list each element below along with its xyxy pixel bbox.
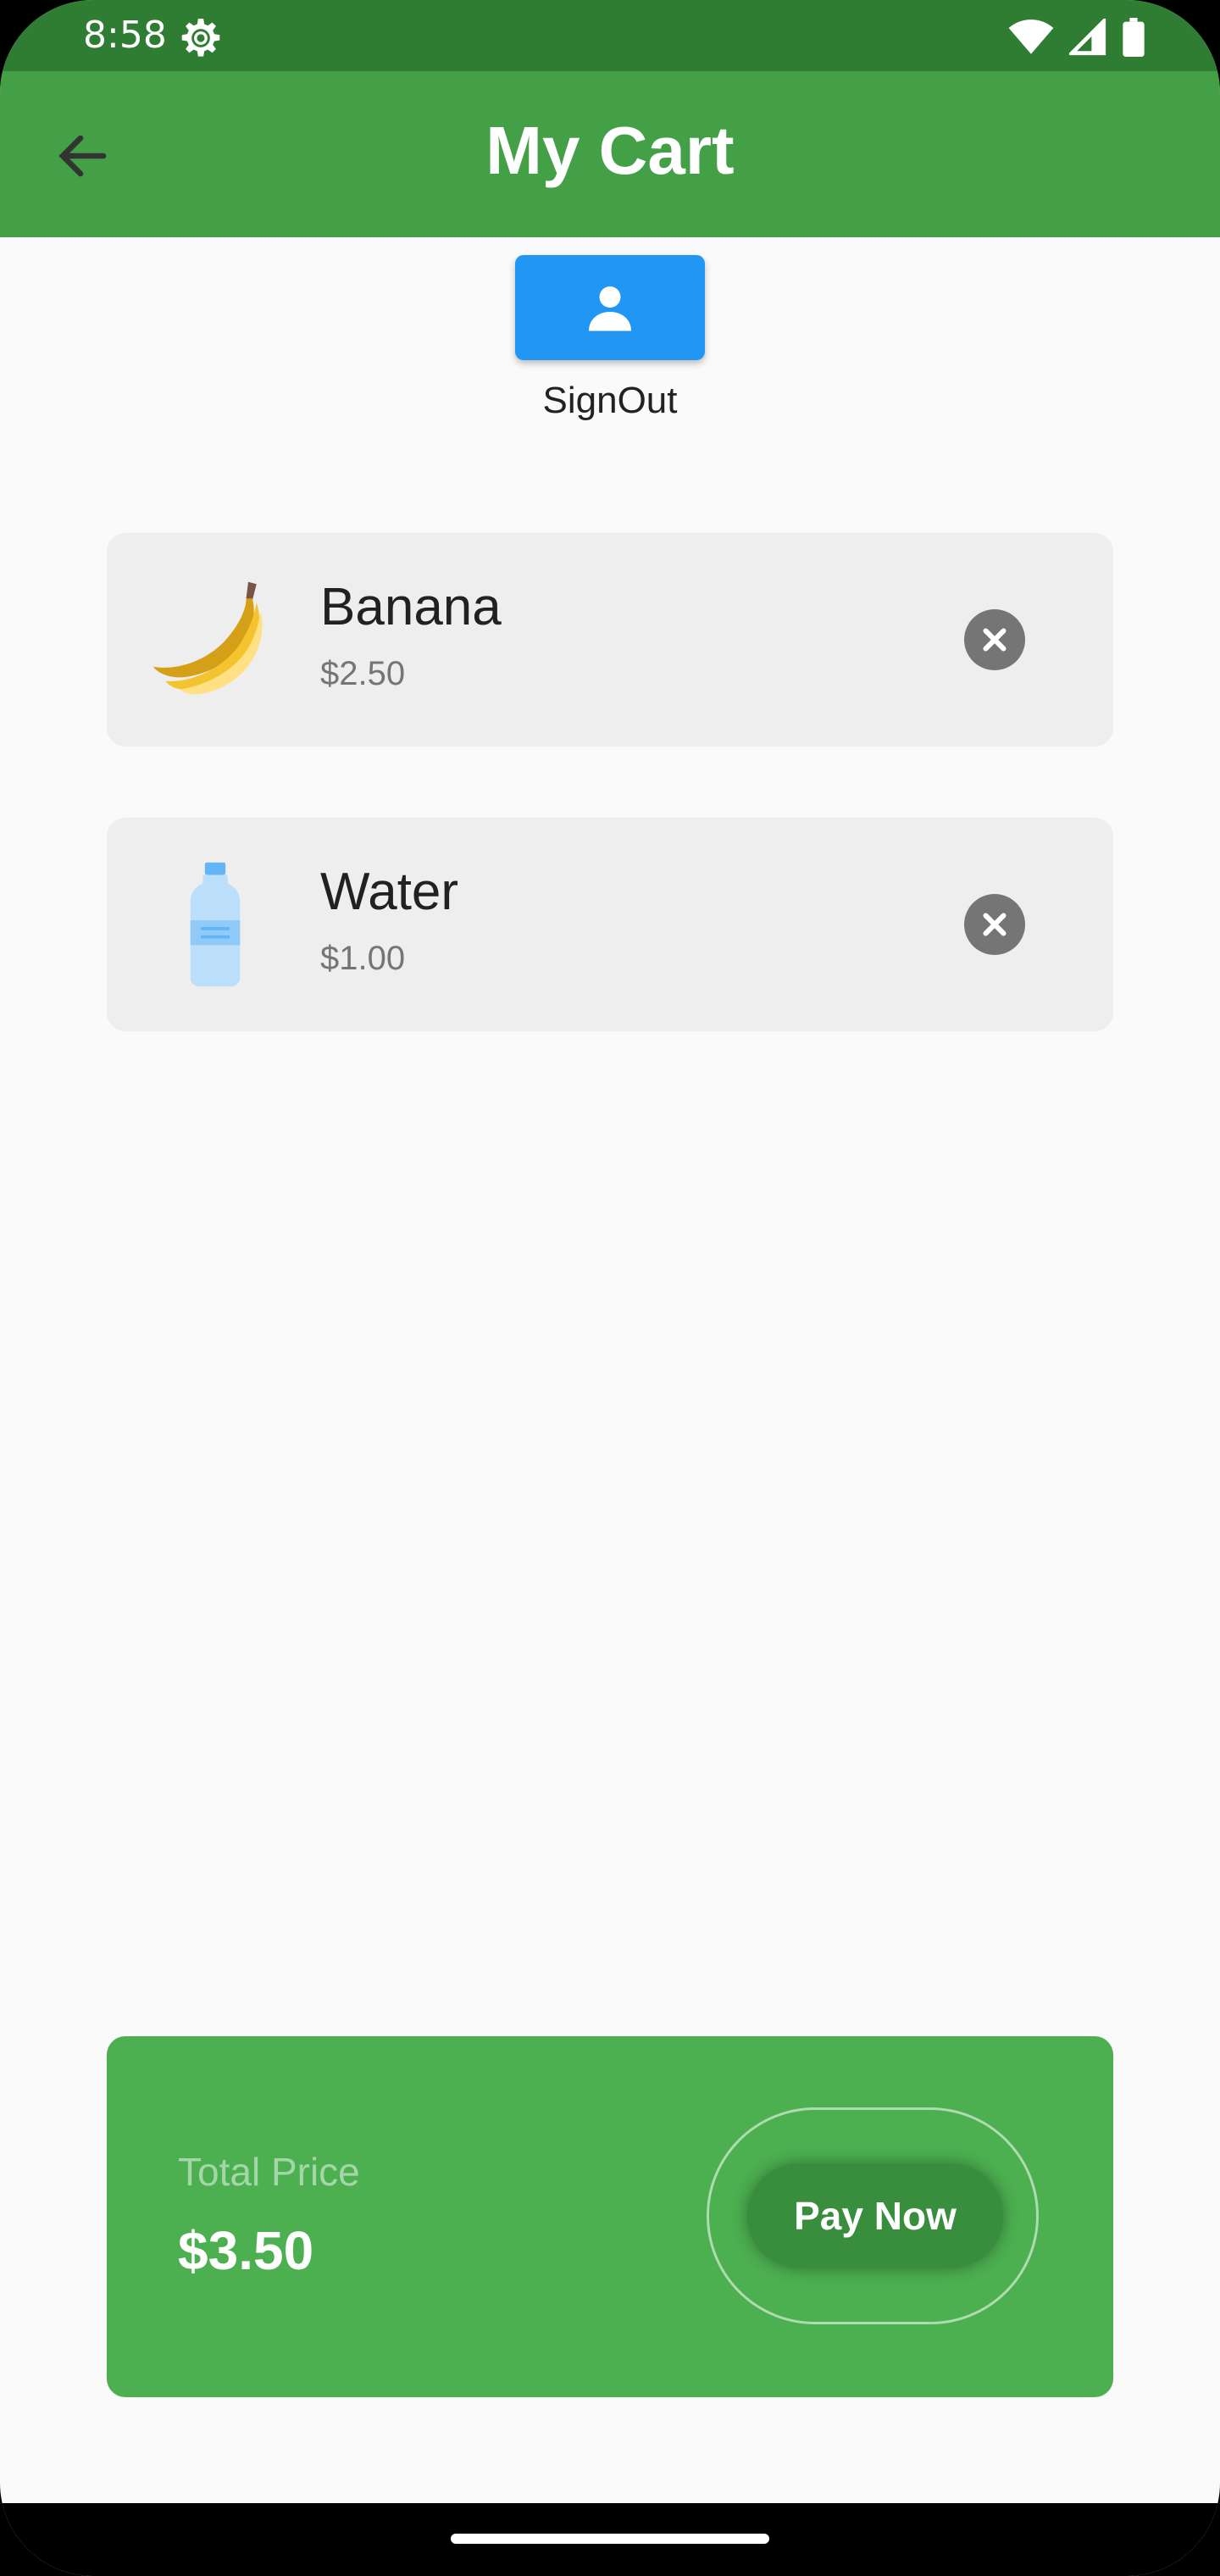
- total-price-value: $3.50: [178, 2220, 314, 2281]
- settings-gear-icon: [181, 19, 220, 57]
- cart-item-banana: Banana $2.50: [107, 533, 1113, 747]
- cart-screen: 8:58 My Cart SignOut Banana $2.50 Water …: [0, 0, 1220, 2576]
- status-time: 8:58: [83, 14, 167, 57]
- cart-item-water: Water $1.00: [107, 818, 1113, 1031]
- item-price: $2.50: [320, 655, 406, 692]
- app-bar: My Cart: [0, 71, 1220, 237]
- item-name: Banana: [320, 578, 502, 636]
- signout-label: SignOut: [542, 380, 678, 421]
- home-gesture-handle[interactable]: [451, 2534, 769, 2544]
- battery-icon: [1123, 18, 1145, 57]
- total-price-label: Total Price: [178, 2150, 360, 2194]
- item-price: $1.00: [320, 940, 406, 977]
- person-icon: [589, 286, 631, 331]
- navigation-bar: [0, 2503, 1220, 2576]
- cell-signal-icon: [1069, 19, 1106, 56]
- item-name: Water: [320, 863, 459, 921]
- close-icon: [983, 913, 1006, 936]
- status-bar: 8:58: [0, 0, 1220, 71]
- remove-item-button[interactable]: [964, 609, 1025, 670]
- pay-now-button[interactable]: Pay Now: [747, 2163, 1003, 2268]
- page-title: My Cart: [485, 113, 735, 188]
- remove-item-button[interactable]: [964, 894, 1025, 955]
- signout-button[interactable]: [515, 255, 705, 360]
- close-icon: [983, 628, 1006, 652]
- banana-icon: [152, 581, 263, 695]
- water-bottle-icon: [190, 862, 241, 987]
- total-card: Total Price $3.50 Pay Now: [107, 2036, 1113, 2397]
- wifi-icon: [1008, 19, 1054, 54]
- status-icons: [1008, 17, 1145, 58]
